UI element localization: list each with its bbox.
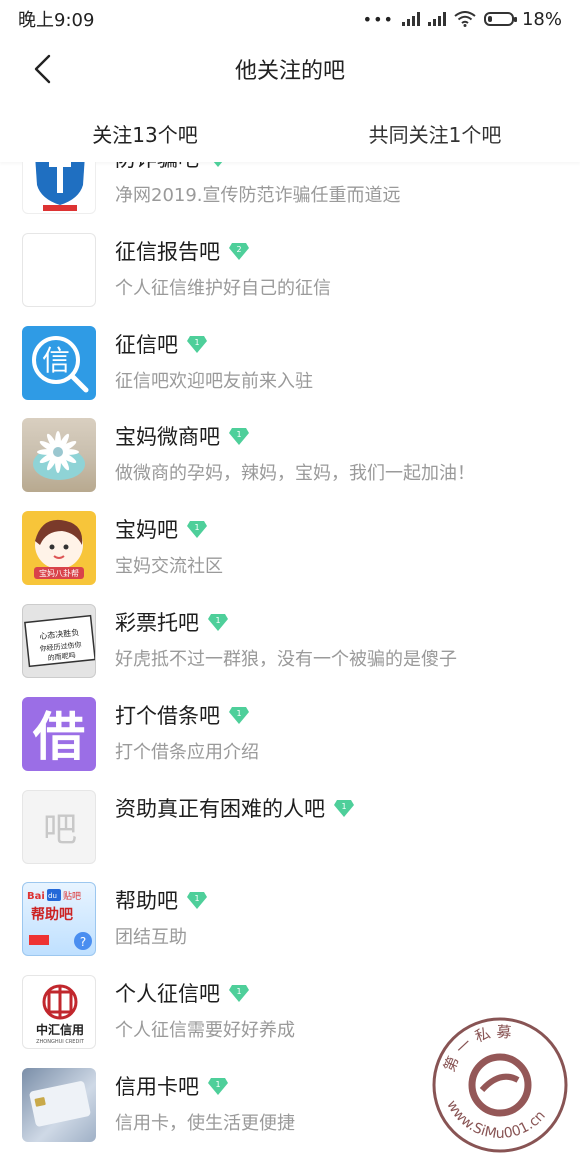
wifi-icon xyxy=(454,11,476,27)
credit-card-image xyxy=(22,1067,96,1142)
svg-text:信: 信 xyxy=(42,344,70,377)
more-dots-icon: ••• xyxy=(362,9,394,29)
level-badge-icon: 1 xyxy=(333,798,355,818)
forum-row[interactable]: Bai du 贴吧 帮助吧? 帮助吧 1 团结互助 xyxy=(0,871,580,964)
flower-cup-image xyxy=(22,418,96,493)
forum-name: 宝妈吧 xyxy=(115,518,178,543)
blank-avatar xyxy=(22,232,96,307)
forum-name: 信用卡吧 xyxy=(115,1074,199,1099)
svg-text:ZHONGHUI CREDIT: ZHONGHUI CREDIT xyxy=(36,1039,85,1045)
ba-placeholder-icon: 吧 xyxy=(22,789,96,864)
forum-description: 个人征信需要好好养成 xyxy=(115,1020,295,1042)
level-number: 1 xyxy=(194,894,199,903)
forum-row[interactable]: 借 打个借条吧 1 打个借条应用介绍 xyxy=(0,686,580,779)
level-number: 1 xyxy=(236,987,241,996)
forum-list: 防诈骗吧 3 净网2019.宣传防范诈骗任重而道远征信报告吧 2 个人征信维护好自己的征… xyxy=(0,162,580,1160)
forum-name: 征信报告吧 xyxy=(115,239,220,264)
level-badge-icon: 1 xyxy=(186,519,208,539)
forum-name: 防诈骗吧 xyxy=(115,162,199,173)
level-number: 1 xyxy=(215,616,220,625)
svg-text:中汇信用: 中汇信用 xyxy=(36,1022,84,1037)
forum-name: 彩票托吧 xyxy=(115,610,199,635)
forum-description: 征信吧欢迎吧友前来入驻 xyxy=(115,370,313,392)
forum-row[interactable]: 宝妈八卦帮 宝妈吧 1 宝妈交流社区 xyxy=(0,500,580,593)
svg-text:借: 借 xyxy=(32,708,85,768)
tab-followed-forums[interactable]: 关注13个吧 xyxy=(0,104,290,162)
forum-row[interactable]: 宝妈微商吧 1 做微商的孕妈，辣妈，宝妈，我们一起加油！ xyxy=(0,407,580,500)
level-badge-icon: 2 xyxy=(228,241,250,261)
signal-icon-2 xyxy=(427,12,446,26)
forum-name: 资助真正有困难的人吧 xyxy=(115,796,325,821)
mom-cartoon-image: 宝妈八卦帮 xyxy=(22,511,96,586)
svg-text:吧: 吧 xyxy=(43,810,77,850)
level-number: 1 xyxy=(341,802,346,811)
forum-row[interactable]: 防诈骗吧 3 净网2019.宣传防范诈骗任重而道远 xyxy=(0,162,580,222)
forum-name: 征信吧 xyxy=(115,332,178,357)
jie-icon: 借 xyxy=(22,696,96,771)
svg-text:贴吧: 贴吧 xyxy=(63,890,81,902)
nav-bar: 他关注的吧 xyxy=(0,38,580,100)
tab-bar: 关注13个吧 共同关注1个吧 xyxy=(0,104,580,162)
signal-icon xyxy=(401,12,420,26)
status-bar: 晚上9:09 ••• 18% xyxy=(0,0,580,38)
forum-row[interactable]: 心态决胜负 你经历过伤你 的雨呢吗 彩票托吧 1 好虎抵不过一群狼，没有一个被骗的是傻子 xyxy=(0,593,580,686)
forum-description: 做微商的孕妈，辣妈，宝妈，我们一起加油！ xyxy=(115,463,475,485)
forum-description: 个人征信维护好自己的征信 xyxy=(115,277,331,299)
svg-text:du: du xyxy=(48,892,57,900)
forum-name: 个人征信吧 xyxy=(115,982,220,1007)
svg-text:Bai: Bai xyxy=(27,891,45,902)
battery-icon xyxy=(483,12,517,26)
svg-text:?: ? xyxy=(80,935,86,949)
chevron-left-icon xyxy=(34,54,51,84)
level-number: 2 xyxy=(236,245,241,254)
forum-row[interactable]: 吧 资助真正有困难的人吧 1 xyxy=(0,779,580,872)
forum-description: 信用卡，使生活更便捷 xyxy=(115,1112,295,1134)
forum-description: 团结互助 xyxy=(115,927,187,949)
level-badge-icon: 1 xyxy=(228,426,250,446)
level-badge-icon: 1 xyxy=(228,705,250,725)
forum-description: 净网2019.宣传防范诈骗任重而道远 xyxy=(115,185,401,206)
battery-percent: 18% xyxy=(521,8,562,30)
level-number: 1 xyxy=(236,709,241,718)
forum-row[interactable]: 信 征信吧 1 征信吧欢迎吧友前来入驻 xyxy=(0,315,580,408)
level-number: 1 xyxy=(194,338,199,347)
page-title: 他关注的吧 xyxy=(234,59,345,84)
watermark-stamp: 第 一 私 募 www.SiMu001.cn xyxy=(432,1017,568,1153)
xin-icon: 信 xyxy=(22,325,96,400)
level-badge-icon: 3 xyxy=(207,162,229,168)
back-button[interactable] xyxy=(26,52,60,86)
forum-description: 打个借条应用介绍 xyxy=(115,741,259,763)
status-time: 晚上9:09 xyxy=(18,10,95,31)
level-badge-icon: 1 xyxy=(186,890,208,910)
forum-name: 宝妈微商吧 xyxy=(115,425,220,450)
level-number: 1 xyxy=(215,1080,220,1089)
baidu-help-image: Bai du 贴吧帮助吧? xyxy=(22,882,96,957)
zhonghui-logo-image: 中汇信用 ZHONGHUI CREDIT xyxy=(22,975,96,1050)
svg-text:宝妈八卦帮: 宝妈八卦帮 xyxy=(39,568,79,578)
level-badge-icon: 1 xyxy=(207,1076,229,1096)
level-badge-icon: 1 xyxy=(228,983,250,1003)
level-number: 1 xyxy=(236,430,241,439)
forum-description: 好虎抵不过一群狼，没有一个被骗的是傻子 xyxy=(115,648,457,670)
svg-text:帮助吧: 帮助吧 xyxy=(31,906,73,923)
forum-name: 帮助吧 xyxy=(115,889,178,914)
forum-row[interactable]: 征信报告吧 2 个人征信维护好自己的征信 xyxy=(0,222,580,315)
level-number: 1 xyxy=(194,523,199,532)
status-icons: ••• 18% xyxy=(363,9,562,30)
forum-description: 宝妈交流社区 xyxy=(115,556,223,578)
forum-name: 打个借条吧 xyxy=(115,703,220,728)
lottery-sign-image: 心态决胜负 你经历过伤你 的雨呢吗 xyxy=(22,603,96,678)
tab-common-forums[interactable]: 共同关注1个吧 xyxy=(290,104,580,162)
level-badge-icon: 1 xyxy=(186,334,208,354)
level-badge-icon: 1 xyxy=(207,612,229,632)
shield-icon xyxy=(22,162,96,214)
